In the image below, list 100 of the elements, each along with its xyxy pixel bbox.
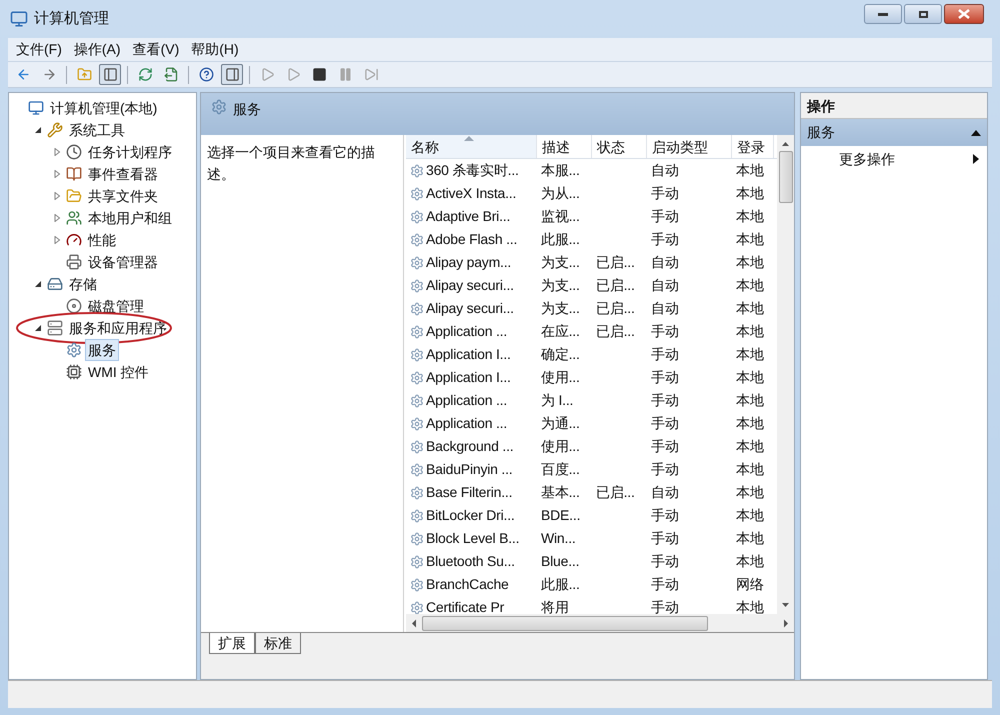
service-gear-icon xyxy=(410,278,424,292)
minimize-button[interactable] xyxy=(864,4,902,24)
table-cell-text: Application I... xyxy=(426,368,511,387)
action-pane-icon[interactable] xyxy=(221,64,243,85)
table-cell-text: 已启... xyxy=(596,483,635,502)
service-gear-icon xyxy=(410,600,424,614)
table-cell-text: Certificate Pr xyxy=(426,598,504,617)
tree-item[interactable]: 任务计划程序 xyxy=(85,141,175,163)
disk-icon xyxy=(66,298,82,314)
table-cell-text: 已启... xyxy=(596,276,635,295)
table-cell-text: 自动 xyxy=(651,253,679,272)
tree-item[interactable]: 服务 xyxy=(85,339,119,361)
table-cell-text: 确定... xyxy=(541,345,580,364)
gear-icon xyxy=(66,342,82,358)
service-gear-icon xyxy=(410,578,424,592)
tree-item[interactable]: 磁盘管理 xyxy=(85,295,147,317)
panel-title: 服务 xyxy=(233,100,261,119)
tools-icon xyxy=(47,122,63,138)
table-cell-text: 手动 xyxy=(651,391,679,410)
table-cell-text: Application ... xyxy=(426,322,508,341)
collapse-arrow-icon[interactable] xyxy=(971,130,981,136)
service-gear-icon xyxy=(410,532,424,546)
table-cell-text: 本地 xyxy=(736,460,764,479)
expand-arrow-icon[interactable] xyxy=(53,170,61,178)
table-cell-text: 手动 xyxy=(651,552,679,571)
table-cell-text: 本地 xyxy=(736,598,764,617)
close-button[interactable] xyxy=(944,4,984,24)
scroll-thumb[interactable] xyxy=(422,616,708,630)
folder-icon xyxy=(66,188,82,204)
table-cell-text: 自动 xyxy=(651,276,679,295)
table-cell-text: 本地 xyxy=(736,299,764,318)
table-cell-text: 本地 xyxy=(736,322,764,341)
tree-item[interactable]: 事件查看器 xyxy=(85,163,161,185)
tree-item[interactable]: 性能 xyxy=(85,229,119,251)
service-gear-icon xyxy=(410,394,424,408)
table-cell-text: Base Filterin... xyxy=(426,483,512,502)
tree-item[interactable]: 设备管理器 xyxy=(85,251,161,273)
table-cell-text: 手动 xyxy=(651,322,679,341)
table-cell-text: 为支... xyxy=(541,253,580,272)
menu-item[interactable]: 文件(F) xyxy=(16,39,62,60)
scroll-right-arrow-icon[interactable] xyxy=(782,618,790,628)
tree-pane-icon[interactable] xyxy=(99,64,121,85)
table-cell-text: 网络 xyxy=(736,575,764,594)
collapse-arrow-icon[interactable] xyxy=(34,280,42,288)
expand-arrow-icon[interactable] xyxy=(53,148,61,156)
tree-item[interactable]: 本地用户和组 xyxy=(85,207,175,229)
view-tab[interactable]: 扩展 xyxy=(209,633,255,654)
maximize-button[interactable] xyxy=(904,4,942,24)
table-cell-text: Alipay paym... xyxy=(426,253,512,272)
actions-section[interactable]: 服务 xyxy=(801,119,987,146)
tree-item[interactable]: 共享文件夹 xyxy=(85,185,161,207)
service-gear-icon xyxy=(410,486,424,500)
expand-arrow-icon[interactable] xyxy=(53,236,61,244)
table-cell-text: Adaptive Bri... xyxy=(426,207,510,226)
tree-item[interactable]: WMI 控件 xyxy=(85,361,152,383)
tree-item[interactable]: 存储 xyxy=(66,273,100,295)
device-icon xyxy=(66,254,82,270)
table-cell-text: Block Level B... xyxy=(426,529,520,548)
table-cell-text: 本地 xyxy=(736,529,764,548)
table-cell-text: 为支... xyxy=(541,299,580,318)
table-cell-text: 基本... xyxy=(541,483,580,502)
table-cell-text: 手动 xyxy=(651,598,679,617)
service-gear-icon xyxy=(410,462,424,476)
service-gear-icon xyxy=(410,440,424,454)
service-gear-icon xyxy=(410,324,424,338)
service-gear-icon xyxy=(410,302,424,316)
tree-item[interactable]: 计算机管理(本地) xyxy=(47,97,160,119)
service-gear-icon xyxy=(410,416,424,430)
menu-item[interactable]: 帮助(H) xyxy=(191,39,239,60)
table-cell-text: 手动 xyxy=(651,437,679,456)
gear-icon xyxy=(211,99,227,115)
expand-arrow-icon[interactable] xyxy=(53,192,61,200)
table-cell-text: Application ... xyxy=(426,391,508,410)
computer-icon xyxy=(28,100,44,116)
view-tab[interactable]: 标准 xyxy=(255,633,301,654)
table-cell-text: 手动 xyxy=(651,575,679,594)
table-cell-text: 监视... xyxy=(541,207,580,226)
scroll-thumb[interactable] xyxy=(778,151,792,203)
service-gear-icon xyxy=(410,256,424,270)
book-icon xyxy=(66,166,82,182)
expand-arrow-icon[interactable] xyxy=(53,214,61,222)
menu-item[interactable]: 查看(V) xyxy=(132,39,180,60)
table-cell-text: Bluetooth Su... xyxy=(426,552,515,571)
collapse-arrow-icon[interactable] xyxy=(34,126,42,134)
table-cell-text: 本地 xyxy=(736,276,764,295)
window-title: 计算机管理 xyxy=(34,8,109,29)
tree-item[interactable]: 系统工具 xyxy=(66,119,128,141)
collapse-arrow-icon[interactable] xyxy=(34,324,42,332)
menu-item[interactable]: 操作(A) xyxy=(74,39,121,60)
table-cell-text: 本地 xyxy=(736,230,764,249)
table-cell-text: 本地 xyxy=(736,184,764,203)
column-header[interactable]: 名称 xyxy=(406,135,537,158)
action-link[interactable]: 更多操作 xyxy=(839,148,895,170)
vertical-scrollbar[interactable] xyxy=(777,135,794,614)
table-cell-text: Background ... xyxy=(426,437,514,456)
horizontal-scrollbar[interactable] xyxy=(406,614,794,632)
table-cell-text: 本地 xyxy=(736,161,764,180)
table-cell-text: 手动 xyxy=(651,184,679,203)
table-cell-text: 为从... xyxy=(541,184,580,203)
scroll-left-arrow-icon[interactable] xyxy=(410,618,418,628)
